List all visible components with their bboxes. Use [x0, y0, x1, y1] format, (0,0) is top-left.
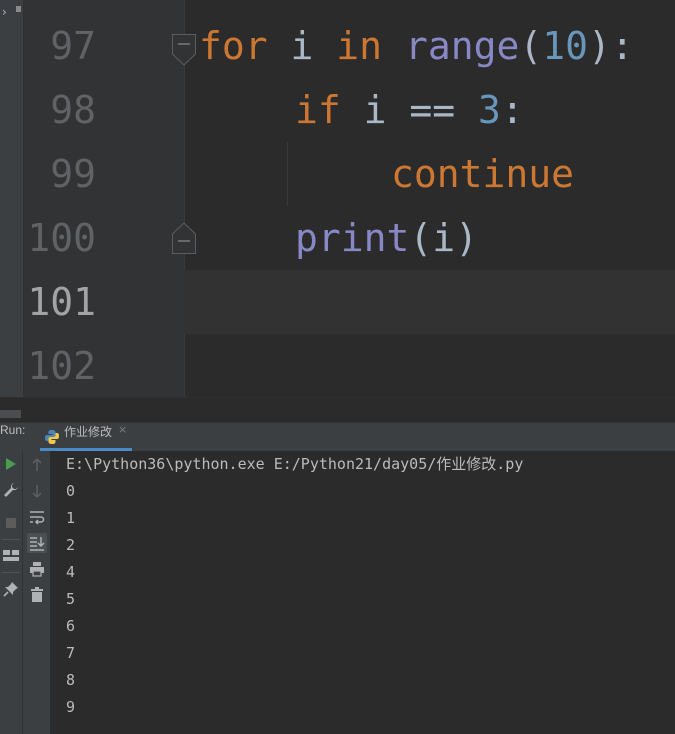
panel-splitter[interactable]	[0, 398, 675, 422]
code-line-100: print(i)	[295, 206, 478, 270]
toolbar-separator	[2, 539, 20, 540]
trash-icon[interactable]	[27, 585, 47, 605]
console-output-line: 8	[66, 671, 76, 689]
number-literal: 10	[542, 24, 588, 68]
pin-icon[interactable]	[1, 579, 21, 599]
keyword: in	[336, 24, 383, 68]
console-output-line: 9	[66, 698, 76, 716]
run-config-tab[interactable]: 作业修改 ×	[40, 423, 136, 451]
soft-wrap-icon[interactable]	[27, 507, 47, 527]
punctuation: ):	[587, 24, 634, 68]
console-output-line: 7	[66, 644, 76, 662]
console-output-line: 0	[66, 482, 76, 500]
print-icon[interactable]	[27, 559, 47, 579]
console-output-line: 1	[66, 509, 76, 527]
code-line-99: continue	[391, 142, 574, 206]
wrench-icon[interactable]	[1, 480, 21, 500]
line-number: 100	[27, 216, 96, 260]
punctuation: :	[500, 88, 524, 132]
builtin: range	[404, 24, 520, 68]
console-command-line: E:\Python36\python.exe E:/Python21/day05…	[66, 455, 524, 473]
indent-guide	[287, 142, 288, 206]
code-line-98: if i == 3:	[295, 78, 524, 142]
line-number-gutter: 97 98 99 100 101 102	[24, 0, 196, 398]
line-number: 102	[27, 344, 96, 388]
identifier: i	[267, 24, 337, 68]
punctuation: (	[519, 24, 543, 68]
expression: i ==	[340, 88, 479, 132]
builtin: print	[295, 216, 410, 260]
arrow-down-icon[interactable]	[27, 481, 47, 501]
run-console-output[interactable]: E:\Python36\python.exe E:/Python21/day05…	[51, 451, 675, 734]
number-literal: 3	[478, 88, 501, 132]
arrow-up-icon[interactable]	[27, 455, 47, 475]
arguments: (i)	[409, 216, 479, 260]
keyword: continue	[391, 152, 575, 196]
close-icon[interactable]: ×	[118, 423, 127, 451]
code-line-97: for i in range(10):	[199, 14, 634, 78]
toolbar-separator	[2, 572, 20, 573]
run-toolbar-primary	[0, 451, 23, 734]
line-number: 99	[50, 152, 96, 196]
play-icon[interactable]	[1, 454, 21, 474]
line-number: 98	[50, 88, 96, 132]
code-editor[interactable]: › 97 98 99 100 101 102 for i in range(10…	[0, 0, 675, 398]
splitter-handle	[0, 410, 21, 418]
python-icon	[44, 429, 60, 445]
chevron-right-icon[interactable]: ›	[2, 5, 7, 19]
console-output-line: 4	[66, 563, 76, 581]
line-number-current: 101	[27, 280, 96, 324]
line-number: 97	[50, 24, 96, 68]
stop-icon[interactable]	[1, 513, 21, 533]
console-output-line: 2	[66, 536, 76, 554]
code-area[interactable]: for i in range(10): if i == 3: continue …	[184, 0, 675, 398]
console-output-line: 5	[66, 590, 76, 608]
scroll-to-end-icon[interactable]	[27, 533, 47, 553]
run-tool-window-header: Run: 作业修改 ×	[0, 422, 675, 452]
project-tool-strip: ›	[0, 0, 24, 398]
layout-icon[interactable]	[1, 545, 21, 565]
keyword: if	[295, 88, 341, 132]
caret-row-highlight	[184, 270, 675, 334]
run-label: Run:	[0, 423, 26, 437]
structure-icon[interactable]	[16, 6, 21, 12]
console-output-line: 6	[66, 617, 76, 635]
run-tab-title: 作业修改	[64, 425, 113, 439]
keyword: for	[199, 24, 268, 68]
run-toolbar-secondary	[23, 451, 51, 734]
